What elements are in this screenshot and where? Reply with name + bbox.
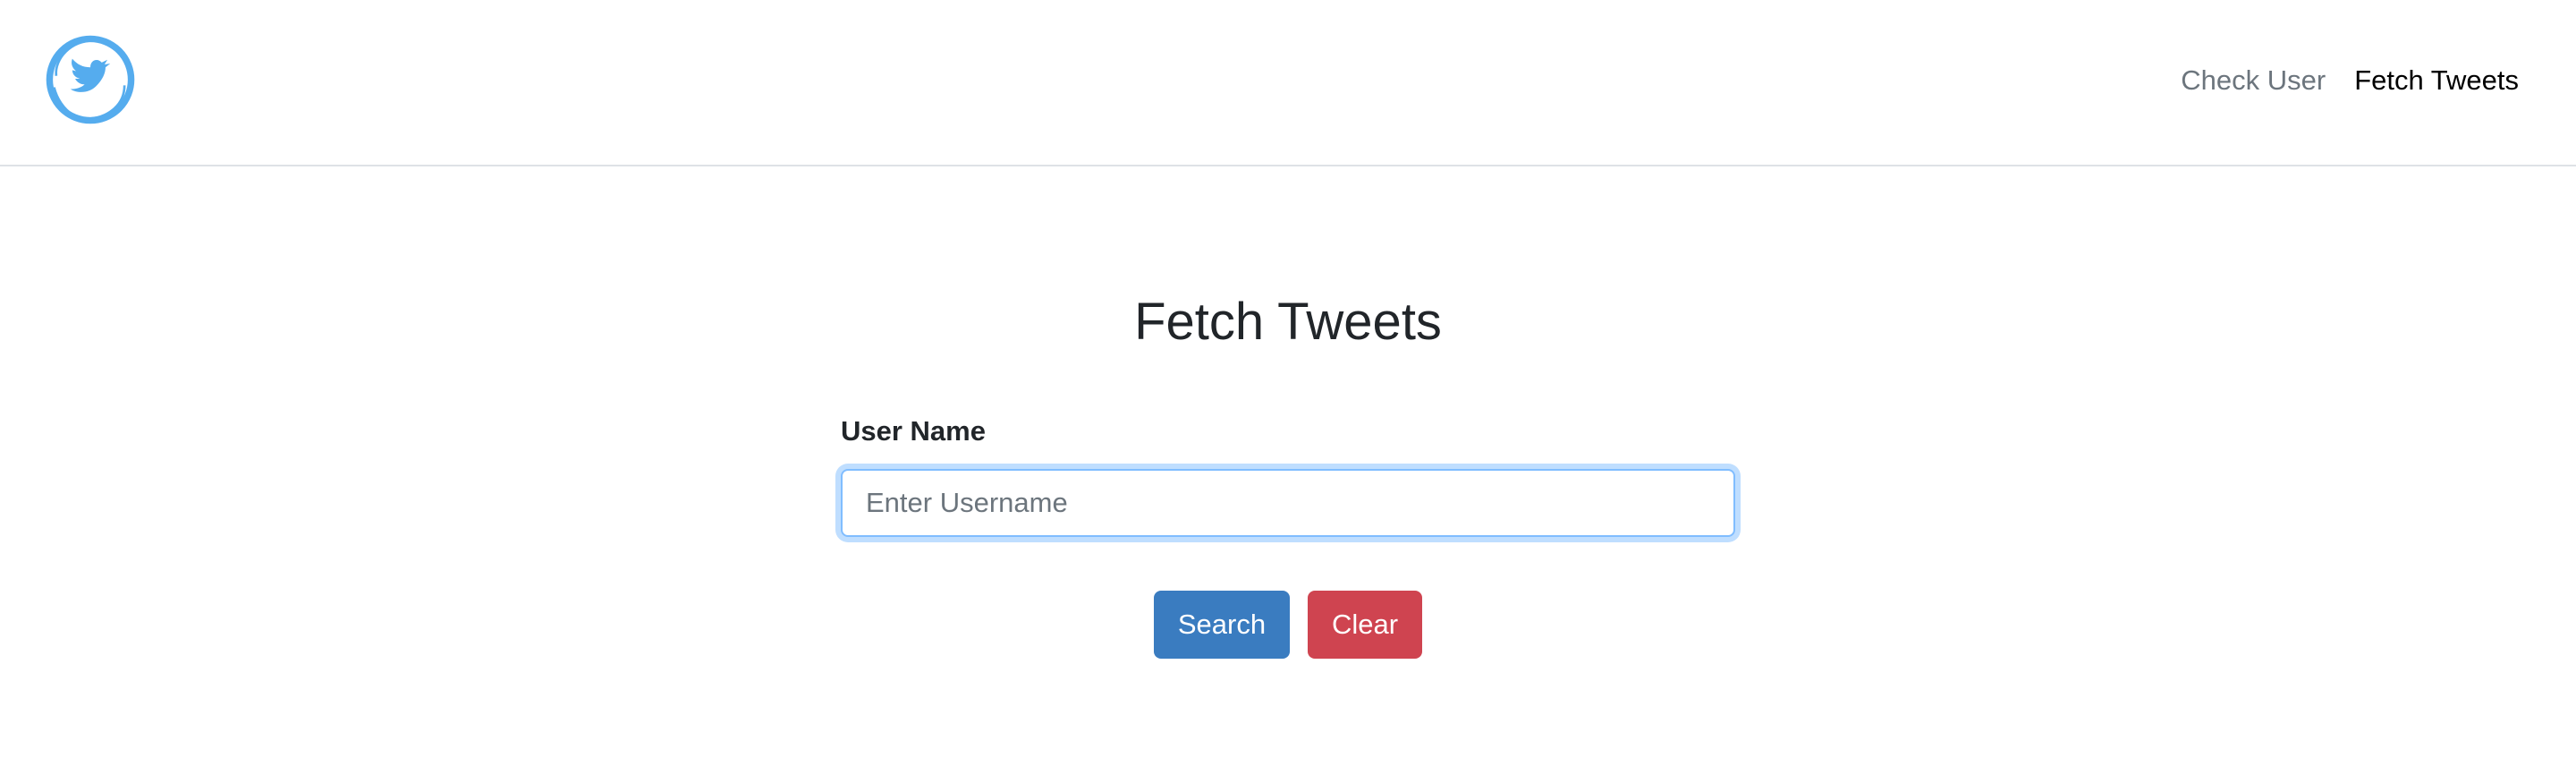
- nav-check-user[interactable]: Check User: [2181, 63, 2326, 98]
- username-form-group: User Name: [841, 412, 1735, 537]
- clear-button[interactable]: Clear: [1308, 591, 1422, 659]
- username-input[interactable]: [841, 469, 1735, 537]
- button-row: Search Clear: [0, 591, 2576, 659]
- username-label: User Name: [841, 415, 986, 447]
- search-button[interactable]: Search: [1154, 591, 1290, 659]
- twitter-bird-icon[interactable]: [43, 32, 138, 127]
- navbar: Check User Fetch Tweets: [0, 0, 2576, 166]
- nav-fetch-tweets[interactable]: Fetch Tweets: [2354, 63, 2519, 98]
- main-nav: Check User Fetch Tweets: [2181, 63, 2519, 98]
- page-title: Fetch Tweets: [1134, 293, 1442, 351]
